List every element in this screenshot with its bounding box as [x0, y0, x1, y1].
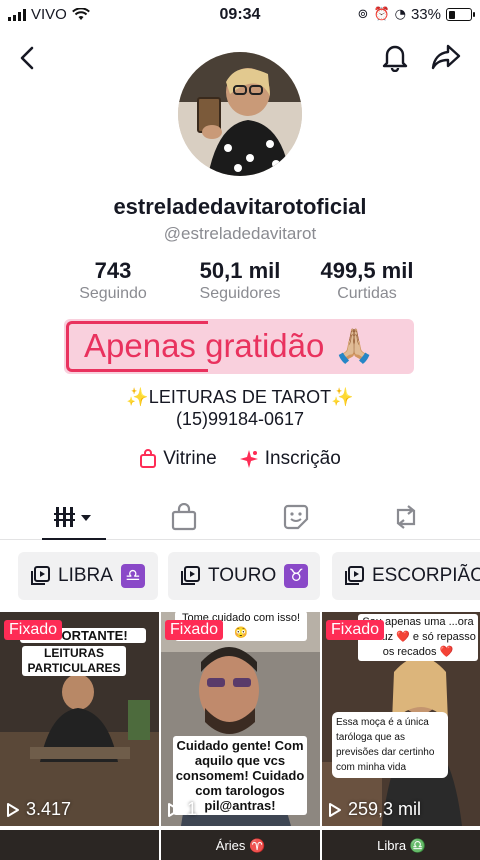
- share-button[interactable]: [428, 40, 464, 74]
- back-button[interactable]: [12, 42, 42, 74]
- stat-followers[interactable]: 50,1 mil Seguidores: [177, 258, 303, 303]
- favorites-icon: [283, 504, 309, 530]
- battery-icon: [446, 8, 475, 21]
- highlight-text: Apenas gratidão 🙏🏼: [84, 327, 375, 364]
- videos-grid-icon: [54, 507, 91, 527]
- video-grid: IMPORTANTE! LEITURAS PARTICULARES Fixado…: [0, 612, 480, 860]
- tab-videos[interactable]: [34, 494, 114, 540]
- video-thumbnail[interactable]: Tome cuidado com isso! 😳 Cuidado gente! …: [161, 612, 320, 826]
- row2-label: Áries ♈: [215, 838, 266, 853]
- bio-line-title: ✨LEITURAS DE TAROT✨: [126, 387, 354, 407]
- row2-label: Libra ♎: [377, 838, 426, 853]
- lock-rotation-icon: ⊚: [357, 7, 369, 22]
- video-thumbnail-partial[interactable]: Libra ♎: [322, 830, 480, 860]
- playlist-label: ESCORPIÃO: [372, 565, 480, 586]
- stat-label: Seguidores: [199, 285, 281, 302]
- battery-percent: 33%: [410, 6, 441, 23]
- playlist-row: LIBRA ♎ TOURO ♉ ESCORPIÃO ♏: [0, 552, 480, 600]
- profile-username: estreladedavitarotoficial: [113, 194, 367, 219]
- share-arrow-icon: [431, 44, 461, 70]
- avatar-image: [178, 52, 302, 176]
- playlist-chip-escorpiao[interactable]: ESCORPIÃO ♏: [332, 552, 480, 600]
- stat-value: 499,5 mil: [320, 258, 414, 283]
- inscricao-label: Inscrição: [264, 448, 341, 469]
- shopping-bag-icon: [140, 449, 157, 468]
- repost-icon: [396, 505, 416, 529]
- shop-icon: [171, 503, 197, 531]
- caption-subtitle: LEITURAS PARTICULARES: [22, 646, 126, 676]
- view-count: 3.417: [6, 799, 71, 820]
- pinned-badge: Fixado: [326, 620, 385, 640]
- pinned-badge: Fixado: [4, 620, 63, 640]
- highlight-banner: Apenas gratidão 🙏🏼: [64, 319, 414, 374]
- vitrine-label: Vitrine: [163, 448, 217, 469]
- vitrine-link[interactable]: Vitrine: [139, 448, 217, 470]
- stat-value: 50,1 mil: [199, 258, 281, 283]
- pinned-badge: Fixado: [165, 620, 224, 640]
- profile-handle: @estreladedavitarot: [163, 224, 317, 243]
- stat-label: Seguindo: [79, 285, 147, 302]
- bio-line-phone: (15)99184-0617: [175, 409, 305, 429]
- playlist-icon: [345, 566, 364, 585]
- stat-likes[interactable]: 499,5 mil Curtidas: [304, 258, 430, 303]
- content-tabs: [0, 494, 480, 540]
- inscricao-link[interactable]: Inscrição: [239, 448, 341, 470]
- play-icon: [168, 802, 180, 817]
- video-thumbnail-partial[interactable]: Áries ♈: [161, 830, 320, 860]
- view-count-value: 3.417: [26, 799, 72, 819]
- profile-links: Vitrine Inscrição: [0, 448, 480, 470]
- alarm-icon: ⏰: [373, 7, 390, 22]
- bell-icon: [382, 45, 408, 72]
- profile-avatar[interactable]: [178, 52, 302, 176]
- playlist-label: LIBRA: [58, 565, 113, 586]
- active-tab-indicator: [42, 538, 106, 540]
- thumbnail-image: [0, 612, 159, 826]
- profile-stats: 743 Seguindo 50,1 mil Seguidores 499,5 m…: [50, 258, 430, 303]
- tab-shop[interactable]: [144, 494, 224, 540]
- stat-value: 743: [94, 258, 132, 283]
- tab-favorites[interactable]: [256, 494, 336, 540]
- sparkle-icon: [239, 450, 258, 468]
- view-count-value: 1: [187, 799, 198, 819]
- notification-bell-button[interactable]: [378, 40, 412, 74]
- view-count-value: 259,3 mil: [348, 799, 422, 819]
- chevron-left-icon: [20, 46, 34, 70]
- playlist-chip-touro[interactable]: TOURO ♉: [168, 552, 320, 600]
- playlist-label: TOURO: [208, 565, 277, 586]
- stat-following[interactable]: 743 Seguindo: [50, 258, 176, 303]
- tab-reposts[interactable]: [366, 494, 446, 540]
- libra-zodiac-icon: ♎: [120, 564, 145, 588]
- taurus-zodiac-icon: ♉: [284, 564, 309, 588]
- playlist-icon: [31, 566, 50, 585]
- video-thumbnail[interactable]: Sou apenas uma ...ora da Luz ❤️ e só rep…: [322, 612, 480, 826]
- playlist-icon: [181, 566, 200, 585]
- status-bar: VIVO 09:34 ⊚ ⏰ ◔ 33%: [0, 0, 480, 30]
- play-icon: [329, 802, 341, 817]
- view-count: 1: [167, 799, 197, 820]
- stat-label: Curtidas: [337, 285, 397, 302]
- profile-bio: ✨LEITURAS DE TAROT✨ (15)99184-0617: [0, 386, 480, 430]
- location-icon: ◔: [394, 7, 406, 22]
- video-thumbnail[interactable]: IMPORTANTE! LEITURAS PARTICULARES Fixado…: [0, 612, 159, 826]
- play-icon: [7, 802, 19, 817]
- playlist-chip-libra[interactable]: LIBRA ♎: [18, 552, 158, 600]
- video-thumbnail-partial[interactable]: [0, 830, 159, 860]
- view-count: 259,3 mil: [328, 799, 421, 820]
- caption-comment: Essa moça é a única taróloga que as prev…: [332, 712, 448, 778]
